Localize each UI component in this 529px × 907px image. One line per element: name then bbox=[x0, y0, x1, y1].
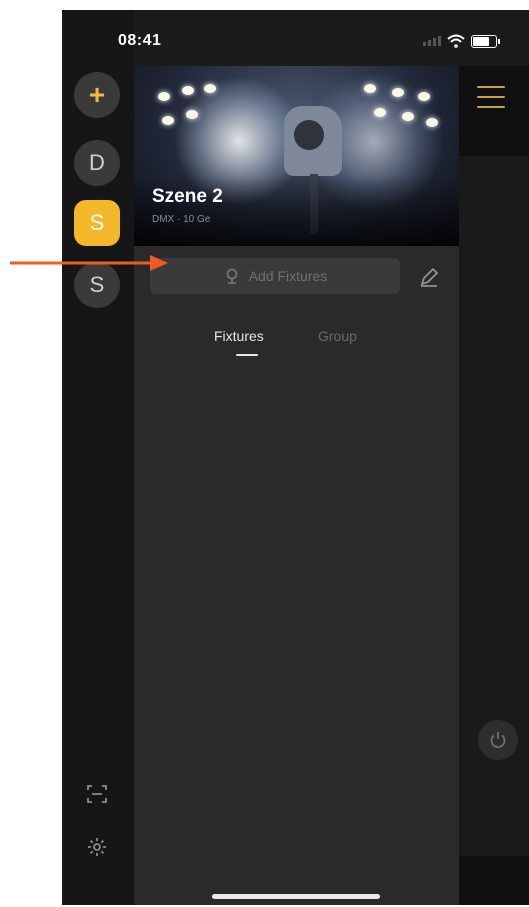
hamburger-icon[interactable] bbox=[477, 86, 505, 108]
scene-panel: Szene 2 DMX · 10 Ge Add Fixtures Fixture… bbox=[134, 66, 459, 905]
tab-fixtures[interactable]: Fixtures bbox=[214, 328, 264, 344]
add-fixtures-label: Add Fixtures bbox=[248, 268, 328, 284]
wifi-icon bbox=[447, 34, 465, 48]
battery-icon bbox=[471, 34, 500, 48]
phone-screen: + D S S 08:41 Szene 2 DMX · 10 Ge Add Fi… bbox=[62, 10, 529, 905]
annotation-arrow bbox=[10, 255, 168, 271]
scene-cover-image: Szene 2 DMX · 10 Ge bbox=[134, 66, 459, 246]
scene-subtitle: DMX · 10 Ge bbox=[152, 214, 211, 225]
add-fixtures-button[interactable]: Add Fixtures bbox=[150, 258, 400, 294]
scene-rail: + D S S bbox=[62, 10, 134, 905]
home-indicator bbox=[212, 894, 380, 899]
settings-icon[interactable] bbox=[86, 836, 108, 858]
tab-group[interactable]: Group bbox=[318, 328, 357, 344]
add-scene-button[interactable]: + bbox=[74, 72, 120, 118]
power-icon[interactable] bbox=[478, 720, 518, 760]
rail-item-d[interactable]: D bbox=[74, 140, 120, 186]
right-panel bbox=[459, 66, 529, 905]
lamp-icon bbox=[226, 268, 238, 284]
scan-icon[interactable] bbox=[86, 783, 108, 805]
fixture-tabs: Fixtures Group bbox=[134, 322, 459, 362]
pencil-icon[interactable] bbox=[418, 266, 440, 288]
signal-icon bbox=[423, 36, 441, 46]
status-time: 08:41 bbox=[118, 32, 162, 49]
rail-item-s-active[interactable]: S bbox=[74, 200, 120, 246]
active-tab-indicator bbox=[236, 354, 258, 356]
scene-title: Szene 2 bbox=[152, 186, 223, 207]
status-indicators bbox=[423, 34, 500, 48]
